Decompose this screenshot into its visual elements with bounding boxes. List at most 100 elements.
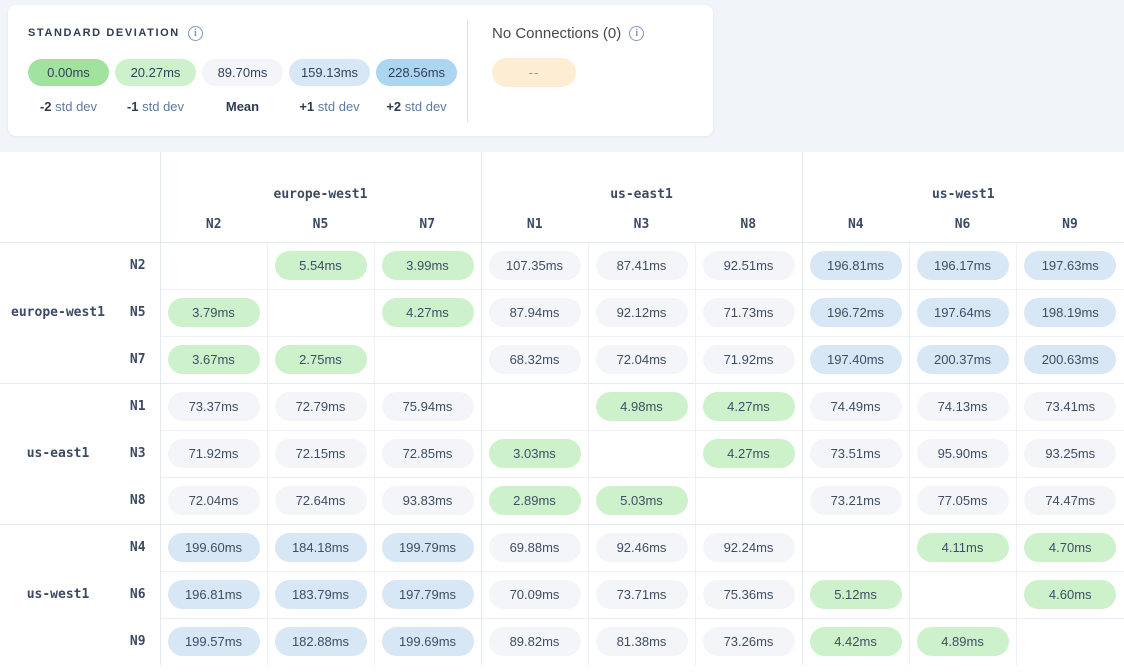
latency-cell[interactable]: 74.47ms <box>1016 477 1124 524</box>
latency-cell[interactable]: 68.32ms <box>481 336 588 383</box>
column-header-n2: N2 <box>160 208 267 242</box>
latency-cell[interactable]: 73.71ms <box>588 571 695 618</box>
latency-cell[interactable]: 92.12ms <box>588 289 695 336</box>
column-group-us-west1: us-west1 <box>802 152 1124 208</box>
latency-cell[interactable] <box>481 383 588 430</box>
latency-cell[interactable]: 69.88ms <box>481 524 588 571</box>
latency-cell[interactable]: 4.11ms <box>909 524 1016 571</box>
latency-cell[interactable] <box>374 336 481 383</box>
latency-cell[interactable]: 74.13ms <box>909 383 1016 430</box>
latency-cell[interactable]: 196.17ms <box>909 242 1016 289</box>
latency-cell[interactable]: 4.27ms <box>695 430 802 477</box>
latency-cell[interactable]: 73.21ms <box>802 477 909 524</box>
latency-cell[interactable]: 93.83ms <box>374 477 481 524</box>
latency-cell[interactable]: 74.49ms <box>802 383 909 430</box>
latency-cell[interactable]: 183.79ms <box>267 571 374 618</box>
latency-cell[interactable]: 87.94ms <box>481 289 588 336</box>
latency-cell[interactable]: 184.18ms <box>267 524 374 571</box>
latency-cell[interactable] <box>909 571 1016 618</box>
latency-cell[interactable]: 73.37ms <box>160 383 267 430</box>
latency-cell[interactable]: 3.99ms <box>374 242 481 289</box>
latency-cell[interactable]: 200.37ms <box>909 336 1016 383</box>
latency-cell[interactable]: 197.79ms <box>374 571 481 618</box>
legend-stop-pill: 89.70ms <box>202 59 283 86</box>
latency-cell[interactable]: 71.92ms <box>160 430 267 477</box>
latency-cell[interactable]: 197.64ms <box>909 289 1016 336</box>
latency-cell[interactable] <box>802 524 909 571</box>
matrix-row-n8: N8 72.04ms 72.64ms 93.83ms 2.89ms 5.03ms… <box>0 477 1124 524</box>
latency-cell[interactable] <box>1016 618 1124 665</box>
latency-cell[interactable]: 81.38ms <box>588 618 695 665</box>
latency-cell[interactable]: 4.70ms <box>1016 524 1124 571</box>
latency-cell[interactable]: 197.63ms <box>1016 242 1124 289</box>
latency-cell[interactable]: 5.12ms <box>802 571 909 618</box>
stddev-legend: STANDARD DEVIATION i 0.00ms 20.27ms 89.7… <box>8 5 467 136</box>
latency-cell[interactable]: 4.42ms <box>802 618 909 665</box>
latency-cell[interactable]: 199.57ms <box>160 618 267 665</box>
latency-cell[interactable] <box>588 430 695 477</box>
latency-pill: 72.85ms <box>382 439 474 468</box>
latency-cell[interactable]: 196.72ms <box>802 289 909 336</box>
matrix-row-n1: us-east1 N1 73.37ms 72.79ms 75.94ms 4.98… <box>0 383 1124 430</box>
latency-cell[interactable]: 4.27ms <box>695 383 802 430</box>
latency-cell[interactable]: 87.41ms <box>588 242 695 289</box>
latency-cell[interactable] <box>160 242 267 289</box>
latency-cell[interactable]: 5.54ms <box>267 242 374 289</box>
legend-stop-label: -2 std dev <box>28 99 109 114</box>
latency-cell[interactable]: 3.67ms <box>160 336 267 383</box>
latency-cell[interactable]: 72.64ms <box>267 477 374 524</box>
latency-cell[interactable]: 72.04ms <box>588 336 695 383</box>
latency-cell[interactable]: 92.24ms <box>695 524 802 571</box>
latency-cell[interactable]: 4.89ms <box>909 618 1016 665</box>
matrix-row-n5: N5 3.79ms 4.27ms 87.94ms 92.12ms 71.73ms… <box>0 289 1124 336</box>
latency-cell[interactable]: 95.90ms <box>909 430 1016 477</box>
latency-cell[interactable]: 3.79ms <box>160 289 267 336</box>
latency-cell[interactable]: 73.26ms <box>695 618 802 665</box>
latency-cell[interactable]: 4.98ms <box>588 383 695 430</box>
latency-cell[interactable]: 3.03ms <box>481 430 588 477</box>
latency-cell[interactable]: 73.51ms <box>802 430 909 477</box>
latency-cell[interactable]: 71.73ms <box>695 289 802 336</box>
latency-cell[interactable]: 75.36ms <box>695 571 802 618</box>
latency-cell[interactable]: 72.04ms <box>160 477 267 524</box>
latency-cell[interactable]: 197.40ms <box>802 336 909 383</box>
latency-cell[interactable]: 89.82ms <box>481 618 588 665</box>
latency-pill: 71.92ms <box>703 345 795 374</box>
region-header-row: europe-west1 us-east1 us-west1 <box>0 152 1124 208</box>
latency-matrix-table: europe-west1 us-east1 us-west1 N2 N5 N7 … <box>0 152 1124 665</box>
latency-cell[interactable]: 199.60ms <box>160 524 267 571</box>
latency-pill: 4.27ms <box>703 439 795 468</box>
latency-cell[interactable]: 92.46ms <box>588 524 695 571</box>
no-connections-pill: -- <box>492 58 576 87</box>
latency-cell[interactable]: 72.15ms <box>267 430 374 477</box>
latency-cell[interactable]: 5.03ms <box>588 477 695 524</box>
latency-cell[interactable] <box>267 289 374 336</box>
latency-cell[interactable]: 75.94ms <box>374 383 481 430</box>
latency-cell[interactable]: 92.51ms <box>695 242 802 289</box>
latency-cell[interactable]: 107.35ms <box>481 242 588 289</box>
latency-cell[interactable]: 93.25ms <box>1016 430 1124 477</box>
latency-cell[interactable]: 199.69ms <box>374 618 481 665</box>
column-header-n6: N6 <box>909 208 1016 242</box>
latency-cell[interactable] <box>695 477 802 524</box>
latency-pill: 4.11ms <box>917 533 1009 562</box>
latency-cell[interactable]: 182.88ms <box>267 618 374 665</box>
latency-cell[interactable]: 77.05ms <box>909 477 1016 524</box>
latency-cell[interactable]: 4.60ms <box>1016 571 1124 618</box>
latency-cell[interactable]: 196.81ms <box>802 242 909 289</box>
latency-cell[interactable]: 72.85ms <box>374 430 481 477</box>
latency-cell[interactable]: 70.09ms <box>481 571 588 618</box>
info-icon[interactable]: i <box>629 26 644 41</box>
latency-cell[interactable]: 71.92ms <box>695 336 802 383</box>
latency-cell[interactable]: 73.41ms <box>1016 383 1124 430</box>
latency-cell[interactable]: 72.79ms <box>267 383 374 430</box>
latency-cell[interactable]: 2.89ms <box>481 477 588 524</box>
latency-cell[interactable]: 4.27ms <box>374 289 481 336</box>
latency-cell[interactable]: 198.19ms <box>1016 289 1124 336</box>
latency-cell[interactable]: 196.81ms <box>160 571 267 618</box>
legend-stop-label: +2 std dev <box>376 99 457 114</box>
latency-cell[interactable]: 200.63ms <box>1016 336 1124 383</box>
latency-cell[interactable]: 2.75ms <box>267 336 374 383</box>
latency-cell[interactable]: 199.79ms <box>374 524 481 571</box>
info-icon[interactable]: i <box>188 26 203 41</box>
